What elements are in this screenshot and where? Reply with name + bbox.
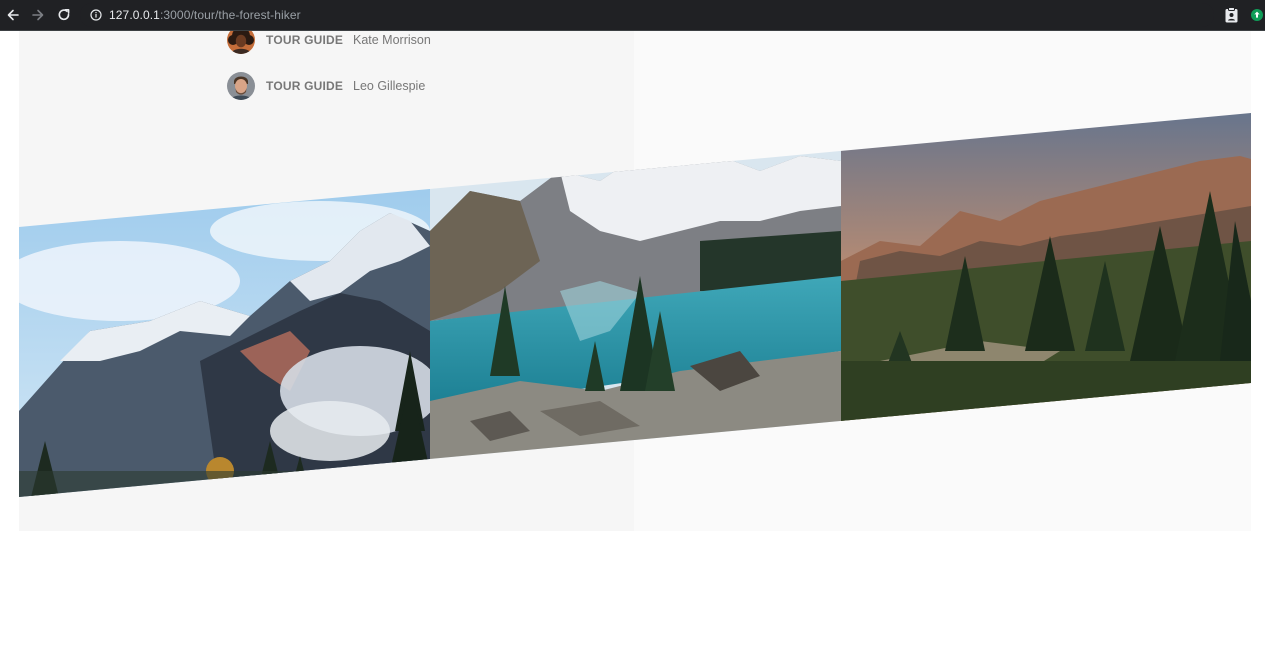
arrow-right-icon xyxy=(32,9,44,21)
forward-button[interactable] xyxy=(29,6,47,24)
arrow-left-icon xyxy=(7,9,19,21)
tour-picture-1 xyxy=(19,113,440,497)
reload-icon xyxy=(58,9,70,21)
tour-picture-2 xyxy=(430,113,841,497)
info-icon[interactable] xyxy=(90,9,102,21)
tour-pictures xyxy=(0,31,1265,647)
browser-toolbar: 127.0.0.1:3000/tour/the-forest-hiker xyxy=(0,0,1265,31)
reload-button[interactable] xyxy=(55,6,73,24)
clipboard-icon[interactable] xyxy=(1225,7,1238,23)
address-bar[interactable]: 127.0.0.1:3000/tour/the-forest-hiker xyxy=(80,3,1214,27)
url-text[interactable]: 127.0.0.1:3000/tour/the-forest-hiker xyxy=(109,8,301,22)
url-path: :3000/tour/the-forest-hiker xyxy=(159,8,301,22)
tour-picture-3 xyxy=(841,113,1251,497)
tour-page: TOUR GUIDE Kate Morrison TOUR GUIDE Leo … xyxy=(0,31,1265,647)
back-button[interactable] xyxy=(4,6,22,24)
profile-icon[interactable] xyxy=(1251,9,1263,21)
url-host: 127.0.0.1 xyxy=(109,8,160,22)
